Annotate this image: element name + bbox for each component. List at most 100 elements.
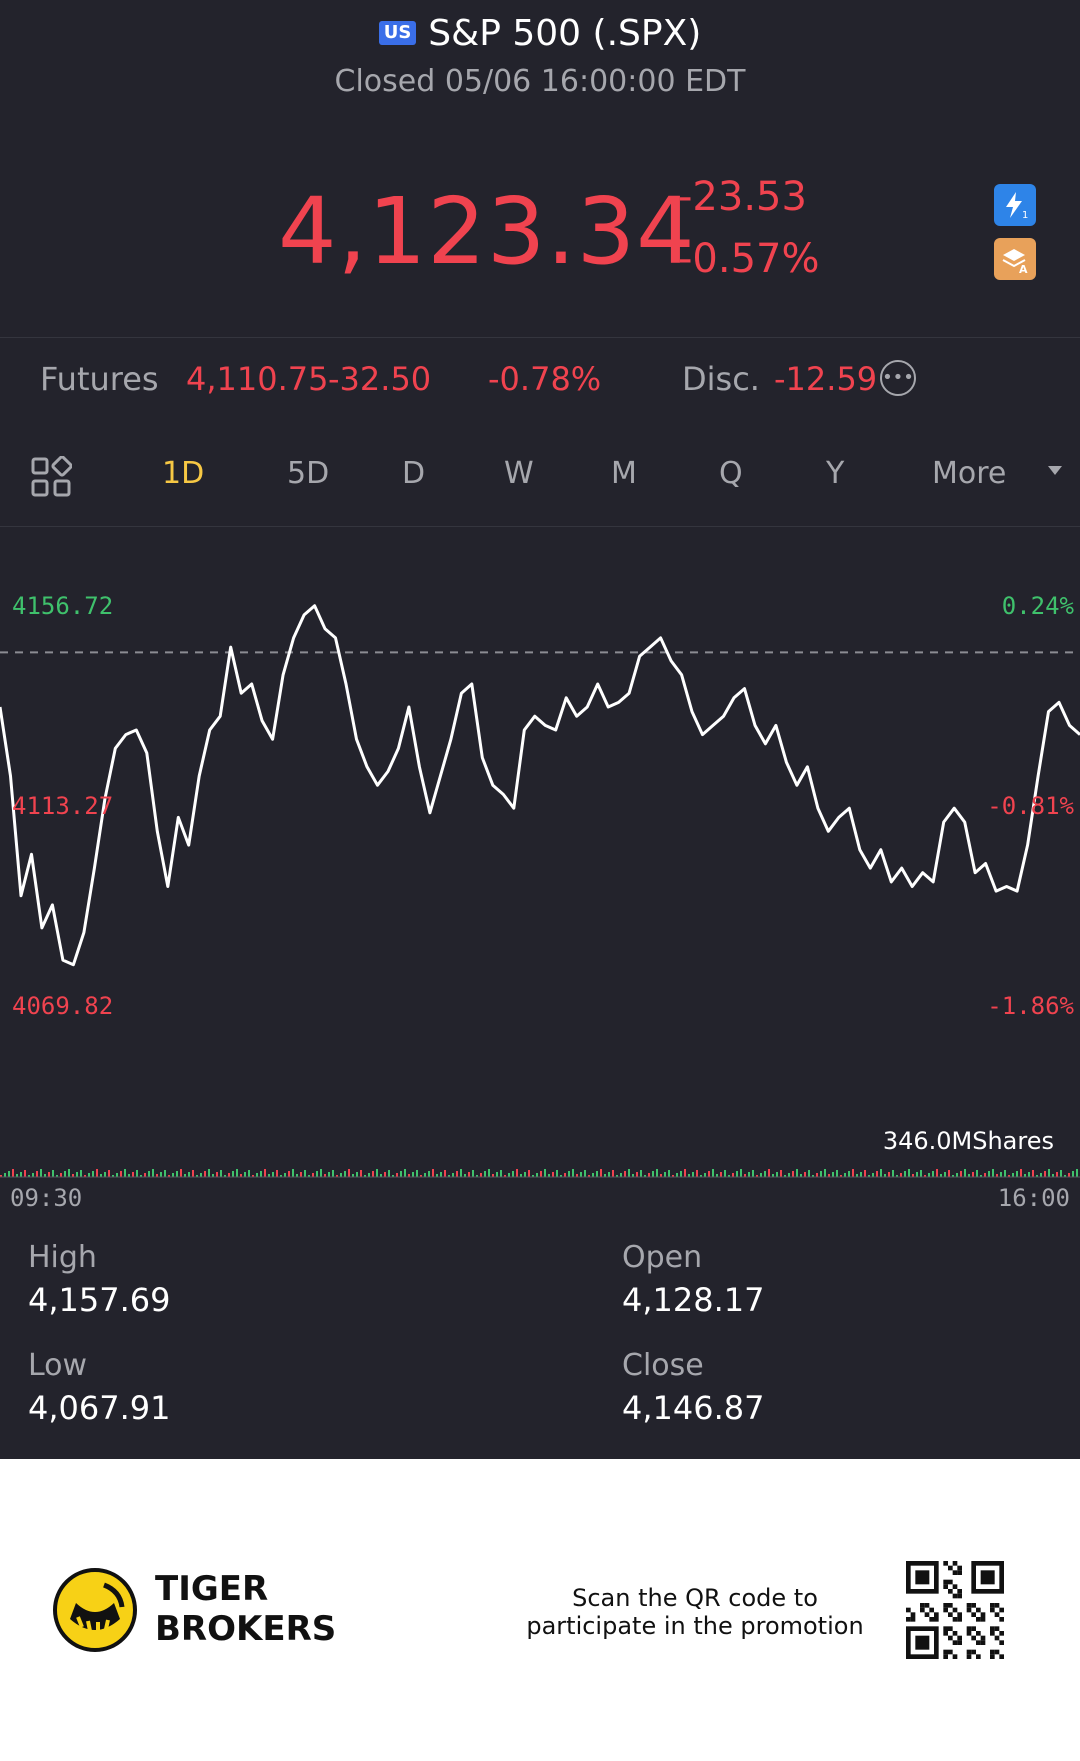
tab-1d[interactable]: 1D [162,456,204,491]
promo-line-2: participate in the promotion [526,1612,864,1640]
qr-finder [915,1570,930,1585]
stat-close-label: Close [622,1348,704,1383]
volume-bar [788,1173,790,1177]
volume-bar [4,1173,6,1177]
volume-bar [900,1173,902,1177]
stat-open-label: Open [622,1240,703,1275]
qr-module [943,1603,948,1608]
volume-bar [552,1172,554,1177]
volume-bar [680,1171,682,1177]
volume-bar [776,1172,778,1177]
tab-y[interactable]: Y [826,456,844,491]
volume-bar [404,1169,406,1177]
volume-bar [596,1171,598,1177]
volume-bar [256,1173,258,1177]
tab-more[interactable]: More [932,456,1006,491]
divider [0,337,1080,338]
tab-q[interactable]: Q [719,456,743,491]
volume-bar [8,1171,10,1177]
volume-bar [720,1172,722,1177]
volume-bar [64,1171,66,1177]
volume-bar [1068,1173,1070,1177]
header: US S&P 500 (.SPX) Closed 05/06 16:00:00 … [0,10,1080,100]
volume-bar [148,1171,150,1177]
qr-module [943,1607,948,1613]
tab-w[interactable]: W [504,456,534,491]
qr-module [994,1612,1000,1617]
qr-module [966,1649,972,1655]
qr-code-icon[interactable] [906,1561,1004,1659]
volume-bar [820,1171,822,1177]
volume-bar [908,1169,910,1177]
volume-bar [232,1171,234,1177]
volume-bar [400,1171,402,1177]
volume-bar [236,1169,238,1177]
stat-low-value: 4,067.91 [28,1389,171,1427]
y-axis-mid-left: 4113.27 [12,792,114,820]
x-axis-end: 16:00 [997,1184,1070,1212]
volume-bar [892,1170,894,1177]
chevron-down-icon[interactable] [1048,466,1062,475]
volume-bar [164,1170,166,1177]
volume-bar [460,1169,462,1177]
qr-module [957,1565,962,1571]
volume-bar [988,1171,990,1177]
qr-module [952,1617,958,1622]
volume-bar [612,1170,614,1177]
volume-bar [556,1170,558,1177]
intraday-chart[interactable]: 4156.72 4113.27 4069.82 0.24% -0.81% -1.… [0,527,1080,1212]
volume-bar [608,1172,610,1177]
qr-module [994,1603,1000,1608]
volume-bar [964,1169,966,1177]
qr-module [971,1626,976,1631]
futures-row[interactable]: Futures 4,110.75 -32.50 -0.78% Disc. -12… [40,360,1050,404]
volume-bar [920,1170,922,1177]
layout-grid-icon[interactable] [30,456,72,498]
volume-bar [600,1169,602,1177]
volume-bar [568,1171,570,1177]
volume-bar [192,1170,194,1177]
qr-module [957,1593,962,1599]
volume-bars [0,1169,1078,1177]
volume-bar [488,1169,490,1177]
volume-bar [52,1170,54,1177]
volume-bar [264,1169,266,1177]
tab-d[interactable]: D [402,456,425,491]
volume-bar [432,1169,434,1177]
flash-icon[interactable]: 1 [994,184,1036,226]
volume-bar [708,1171,710,1177]
qr-module [966,1654,972,1659]
volume-bar [572,1169,574,1177]
volume-bar [824,1169,826,1177]
volume-bar [592,1173,594,1177]
volume-bar [512,1171,514,1177]
more-options-icon[interactable]: ••• [880,360,916,396]
volume-bar [368,1173,370,1177]
volume-bar [928,1173,930,1177]
qr-module [952,1631,958,1636]
qr-module [999,1654,1004,1659]
qr-module [971,1603,976,1608]
education-icon[interactable]: A [994,238,1036,280]
tab-m[interactable]: M [611,456,637,491]
qr-module [966,1603,972,1608]
qr-module [929,1617,934,1622]
tab-5d[interactable]: 5D [287,456,329,491]
svg-text:A: A [1019,263,1028,274]
volume-bar [208,1169,210,1177]
y-axis-mid-right: -0.81% [987,792,1074,820]
volume-bar [40,1169,42,1177]
volume-bar [500,1170,502,1177]
volume-bar [304,1170,306,1177]
qr-module [976,1607,981,1613]
volume-bar [272,1172,274,1177]
y-axis-bottom-left: 4069.82 [12,992,114,1020]
volume-bar [724,1170,726,1177]
volume-bar [344,1171,346,1177]
volume-bar [1056,1172,1058,1177]
qr-module [906,1607,911,1613]
volume-bar [248,1170,250,1177]
qr-module [952,1561,958,1566]
volume-bar [292,1169,294,1177]
qr-module [994,1649,1000,1655]
